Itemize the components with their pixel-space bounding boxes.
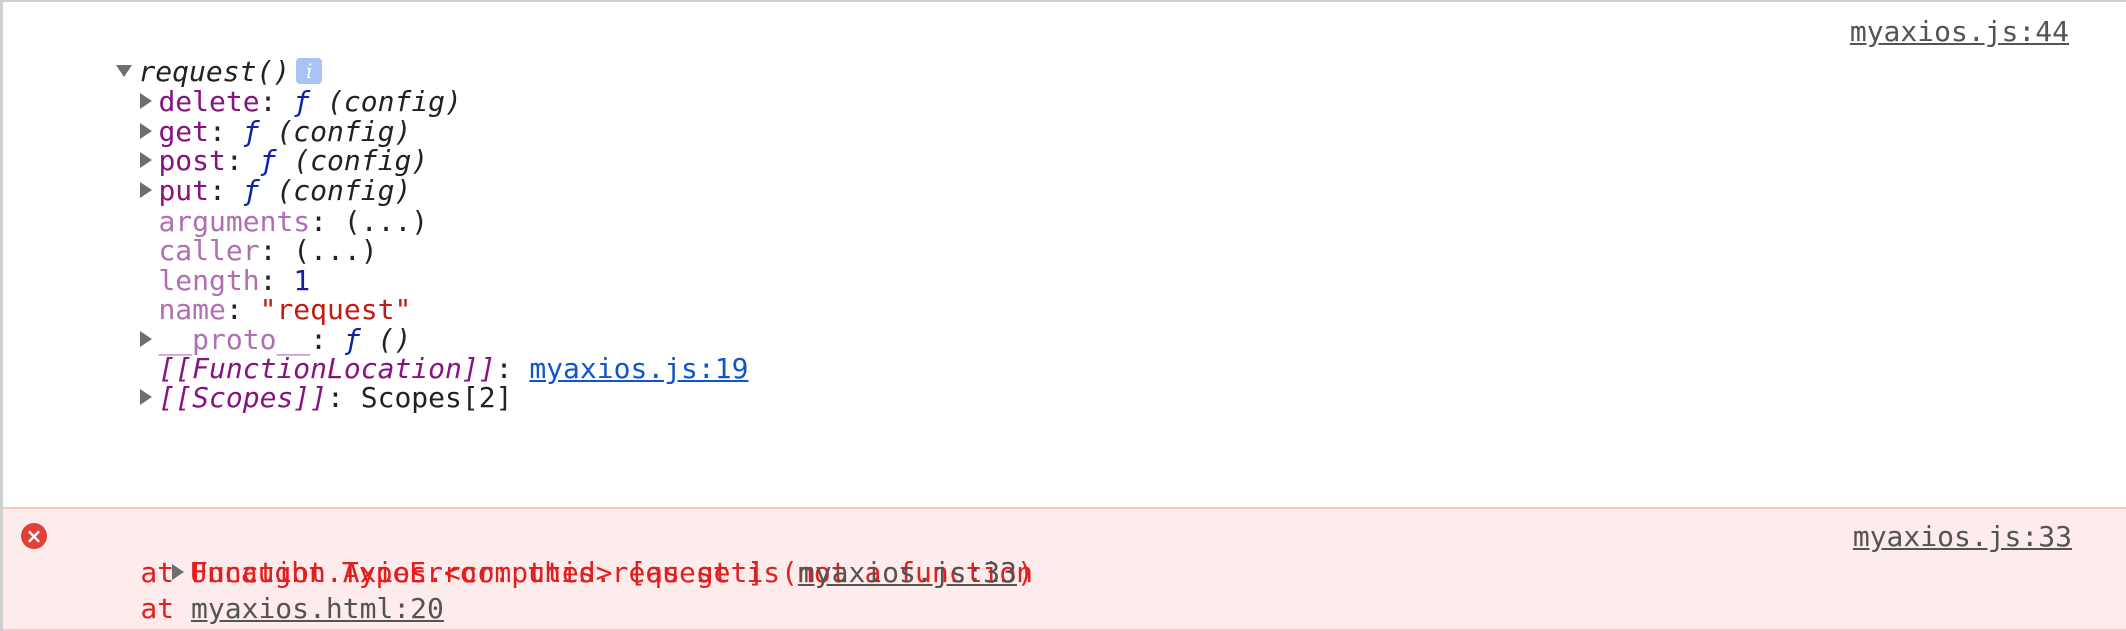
- error-icon: ×: [21, 523, 47, 549]
- stack-frame-2: at myaxios.html:20: [73, 592, 444, 625]
- prop-row-scopes[interactable]: [[Scopes]]: Scopes[2]: [73, 338, 512, 414]
- error-message-block: × Uncaught TypeError: this.request is no…: [3, 507, 2126, 631]
- stack-frame-1: at Function.Axios.<computed> [as get] (m…: [73, 556, 1034, 589]
- error-message[interactable]: Uncaught TypeError: this.request is not …: [71, 519, 1033, 589]
- stack-link-2[interactable]: myaxios.html:20: [191, 592, 444, 625]
- expand-triangle-icon[interactable]: [140, 389, 153, 405]
- source-link-error[interactable]: myaxios.js:33: [1853, 517, 2072, 557]
- source-link-header[interactable]: myaxios.js:44: [1850, 12, 2069, 52]
- stack-link-1[interactable]: myaxios.js:33: [798, 556, 1017, 589]
- console-panel: request() i myaxios.js:44 delete: ƒ (conf…: [0, 0, 2126, 631]
- function-location-link[interactable]: myaxios.js:19: [529, 352, 748, 385]
